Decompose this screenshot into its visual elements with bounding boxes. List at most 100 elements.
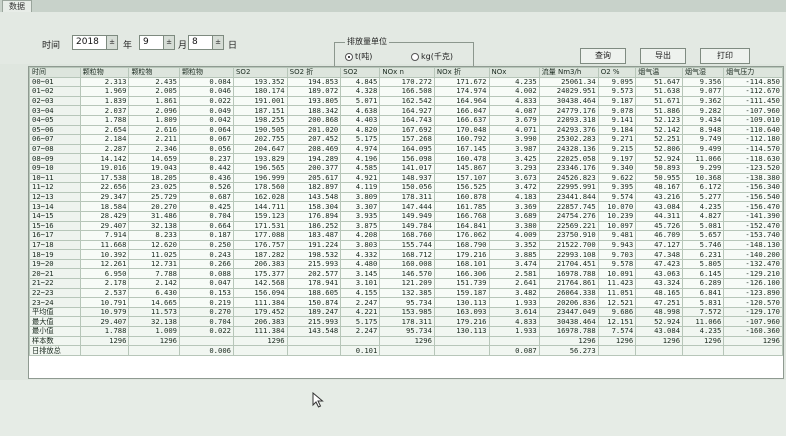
table-cell: 182.897 [286, 182, 342, 193]
table-row[interactable]: 23~24 10.791 14.665 0.219 111.384 150.874 2.24… [29, 297, 783, 308]
table-cell: 4.332 [340, 249, 381, 260]
year-stepper[interactable]: 2018 ± [72, 35, 118, 50]
table-row[interactable]: 11~12 22.656 23.025 0.526 178.560 182.897 4.11… [29, 182, 783, 193]
day-stepper[interactable]: 8 ± [188, 35, 224, 50]
table-cell: 4.638 [340, 105, 381, 116]
table-row[interactable]: 15~16 29.407 32.138 0.664 171.531 186.252 3.87… [29, 220, 783, 232]
table-row[interactable]: 05~06 2.654 2.616 0.064 190.505 201.020 4.820 1… [29, 124, 783, 136]
column-header[interactable]: 颗粒物 [128, 67, 180, 78]
spin-icon[interactable]: ± [212, 36, 223, 49]
spin-icon[interactable]: ± [106, 36, 117, 49]
table-row[interactable]: 07~08 2.287 2.346 0.056 204.647 208.469 4.974 1… [29, 143, 783, 155]
table-cell: 25.729 [128, 191, 180, 203]
table-row[interactable]: 04~05 1.788 1.809 0.042 198.255 200.868 4.403 1… [29, 114, 783, 126]
table-row[interactable]: 09~10 19.016 19.043 0.442 196.565 200.377 4.58… [29, 162, 783, 174]
table-row[interactable]: 12~13 29.347 25.729 0.687 162.028 143.548 3.80… [29, 191, 783, 203]
table-cell: 43.063 [635, 268, 684, 280]
table-row[interactable]: 最大值 29.407 32.138 0.704 206.383 215.993 5.175 1… [29, 316, 783, 328]
column-header[interactable]: 烟气温 [635, 67, 684, 78]
query-button[interactable]: 查询 [580, 48, 626, 64]
header-row: 时间 颗粒物 颗粒物 颗粒物 SO2 SO2 折 SO2 NOx n NOx 折 NOx 流量 Nm… [29, 67, 783, 78]
column-header[interactable]: 流量 Nm3/h [538, 67, 599, 78]
table-row[interactable]: 平均值 10.979 11.573 0.270 179.452 189.247 4.221 1… [29, 306, 783, 318]
table-cell: 0.187 [179, 230, 234, 241]
row-label: 22~23 [29, 287, 81, 299]
table-cell: 166.306 [433, 268, 490, 280]
table-cell: 188.342 [286, 105, 342, 116]
column-header[interactable]: O2 % [597, 67, 637, 78]
spin-icon[interactable]: ± [163, 36, 174, 49]
table-cell: 3.352 [488, 239, 540, 251]
table-row[interactable]: 22~23 2.537 6.430 0.153 156.094 188.605 4.155 1… [29, 287, 783, 299]
table-cell: -132.470 [723, 258, 783, 270]
table-cell: 31.486 [128, 210, 180, 222]
emission-data-grid[interactable]: 时间 颗粒物 颗粒物 颗粒物 SO2 SO2 折 SO2 NOx n NOx 折 NOx 流量 Nm… [28, 66, 784, 379]
column-header[interactable]: NOx 折 [433, 67, 490, 78]
table-row[interactable]: 样本数 1296 1296 1296 1296 1296 1296 1296 1296 1296 [29, 335, 783, 347]
table-row[interactable]: 21~22 2.178 2.142 0.047 142.568 178.941 3.101 1… [29, 278, 783, 289]
export-button[interactable]: 导出 [640, 48, 686, 64]
unit-kg-radio[interactable]: kg(千克) [411, 51, 453, 62]
unit-ton-radio[interactable]: t(吨) [345, 51, 372, 62]
month-stepper[interactable]: 9 ± [139, 35, 175, 50]
column-header[interactable]: 烟气湿 [682, 67, 725, 78]
row-label: 14~15 [29, 210, 81, 222]
table-row[interactable]: 16~17 7.914 8.233 0.187 177.088 183.487 4.208 1… [29, 230, 783, 241]
row-label: 00~01 [29, 76, 81, 88]
table-cell: 150.874 [286, 297, 342, 308]
table-cell: 164.095 [379, 143, 435, 155]
column-header[interactable]: SO2 [232, 67, 288, 78]
table-row[interactable]: 03~04 2.037 2.096 0.049 187.151 188.342 4.638 1… [29, 105, 783, 116]
table-cell: 4.002 [488, 86, 540, 97]
table-row[interactable]: 01~02 1.969 2.005 0.046 180.174 189.072 4.328 1… [29, 86, 783, 97]
table-cell: 4.183 [488, 191, 540, 203]
table-cell [433, 335, 490, 347]
table-row[interactable]: 日排放总 0.006 0.101 0.087 56.273 [29, 345, 783, 356]
table-row[interactable]: 06~07 2.184 2.211 0.067 202.755 207.452 5.175 1… [29, 134, 783, 145]
table-cell: 159.187 [433, 287, 490, 299]
table-cell: 159.123 [232, 210, 288, 222]
table-cell: 157.268 [379, 134, 435, 145]
print-button[interactable]: 打印 [700, 48, 750, 64]
table-row[interactable]: 10~11 17.538 18.205 0.436 196.999 205.617 4.92… [29, 172, 783, 184]
table-row[interactable]: 最小值 1.788 1.009 0.022 111.384 143.548 2.247 95.… [29, 326, 783, 337]
column-header[interactable]: SO2 [340, 67, 381, 78]
table-cell: 215.993 [286, 258, 342, 270]
table-cell: 6.950 [79, 268, 130, 280]
column-header[interactable]: 烟气压力 [723, 67, 783, 78]
column-header[interactable]: SO2 折 [286, 67, 342, 78]
table-row[interactable]: 13~14 18.584 20.270 0.425 144.711 158.304 3.30… [29, 201, 783, 212]
table-cell: 4.009 [488, 230, 540, 241]
table-cell: -152.470 [723, 220, 783, 232]
month-value: 9 [143, 37, 149, 47]
table-cell: 47.348 [635, 249, 684, 260]
unit-ton-label: t(吨) [355, 52, 373, 61]
column-header[interactable]: NOx [488, 67, 540, 78]
column-header[interactable]: 颗粒物 [79, 67, 130, 78]
table-cell: 10.368 [682, 172, 725, 184]
table-row[interactable]: 20~21 6.950 7.788 0.088 175.377 202.577 3.145 1… [29, 268, 783, 280]
column-header[interactable]: NOx n [379, 67, 435, 78]
unit-group: 排放量单位 t(吨) kg(千克) [334, 36, 474, 68]
table-cell: 166.047 [433, 105, 490, 116]
table-row[interactable]: 18~19 10.392 11.025 0.243 187.282 198.532 4.33… [29, 249, 783, 260]
table-cell: 4.921 [340, 172, 381, 184]
table-cell: 24779.176 [538, 105, 599, 116]
table-cell: -109.010 [723, 114, 783, 126]
table-cell: 51.647 [635, 76, 684, 88]
table-cell: -107.960 [723, 105, 783, 116]
table-row[interactable]: 02~03 1.839 1.861 0.022 191.001 193.805 5.071 1… [29, 95, 783, 107]
table-row[interactable]: 08~09 14.142 14.659 0.237 193.829 194.289 4.19… [29, 153, 783, 164]
table-cell: 143.548 [286, 191, 342, 203]
table-cell: 162.542 [379, 95, 435, 107]
column-header[interactable]: 颗粒物 [179, 67, 234, 78]
table-cell: 157.107 [433, 172, 490, 184]
column-header[interactable]: 时间 [29, 67, 81, 78]
table-cell [723, 345, 783, 356]
table-row[interactable]: 00~01 2.313 2.435 0.084 193.352 194.853 4.845 1… [29, 76, 783, 88]
table-cell: 8.233 [128, 230, 180, 241]
table-row[interactable]: 17~18 11.668 12.620 0.250 176.757 191.224 3.80… [29, 239, 783, 251]
table-row[interactable]: 14~15 28.429 31.486 0.704 159.123 176.894 3.93… [29, 210, 783, 222]
table-cell: -112.180 [723, 134, 783, 145]
table-row[interactable]: 19~20 12.261 12.731 0.266 206.383 215.993 4.48… [29, 258, 783, 270]
